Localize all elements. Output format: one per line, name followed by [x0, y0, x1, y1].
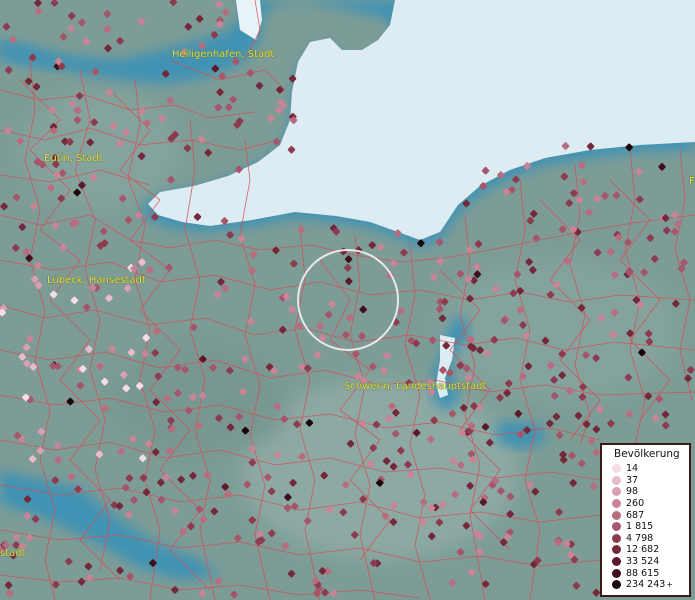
- legend-label: 260: [626, 498, 645, 510]
- legend-label: 12 682: [626, 544, 660, 556]
- place-label-schwerin[interactable]: Schwerin, Landeshauptstadt: [344, 381, 487, 393]
- legend-item: 260: [612, 498, 685, 510]
- legend-list: 14 37 98 260 687 1 815 4 798 12 682 33 5…: [612, 463, 685, 591]
- place-label-right-edge[interactable]: F: [689, 176, 695, 188]
- legend-label: 33 524: [626, 556, 660, 568]
- place-label-left-edge[interactable]: stadt: [0, 548, 26, 560]
- legend-swatch: [612, 568, 621, 578]
- legend-label: 1 815: [626, 521, 654, 533]
- legend-label: 14: [626, 463, 639, 475]
- legend-swatch: [612, 533, 621, 543]
- legend-label: 234 243: [626, 579, 666, 591]
- legend-label: 687: [626, 509, 645, 521]
- legend-item: 234 243 +: [612, 579, 685, 591]
- legend-swatch: [612, 557, 621, 567]
- legend-item: 33 524: [612, 556, 685, 568]
- legend-swatch: [612, 580, 621, 590]
- legend-item: 14: [612, 463, 685, 475]
- place-label-luebeck[interactable]: Lübeck, Hansestadt: [47, 275, 146, 287]
- place-label-heiligenhafen[interactable]: Heiligenhafen, Stadt: [172, 49, 275, 61]
- legend-item: 687: [612, 509, 685, 521]
- legend-item: 98: [612, 486, 685, 498]
- legend-item: 37: [612, 475, 685, 487]
- population-legend: Bevölkerung 14 37 98 260 687 1 815 4 798…: [600, 443, 691, 597]
- legend-label: 98: [626, 486, 639, 498]
- legend-swatch: [612, 510, 621, 520]
- legend-plus: +: [666, 580, 673, 590]
- map-canvas[interactable]: Heiligenhafen, Stadt Eutin, Stadt Lübeck…: [0, 0, 695, 600]
- legend-swatch: [612, 475, 621, 485]
- legend-swatch: [612, 499, 621, 509]
- legend-swatch: [612, 487, 621, 497]
- legend-item: 12 682: [612, 544, 685, 556]
- legend-swatch: [612, 522, 621, 532]
- legend-title: Bevölkerung: [614, 448, 680, 460]
- place-label-eutin[interactable]: Eutin, Stadt: [44, 153, 103, 165]
- legend-item: 1 815: [612, 521, 685, 533]
- legend-label: 4 798: [626, 532, 654, 544]
- legend-label: 88 615: [626, 567, 660, 579]
- legend-label: 37: [626, 474, 639, 486]
- legend-swatch: [612, 545, 621, 555]
- legend-item: 88 615: [612, 567, 685, 579]
- legend-item: 4 798: [612, 533, 685, 545]
- legend-swatch: [612, 464, 621, 474]
